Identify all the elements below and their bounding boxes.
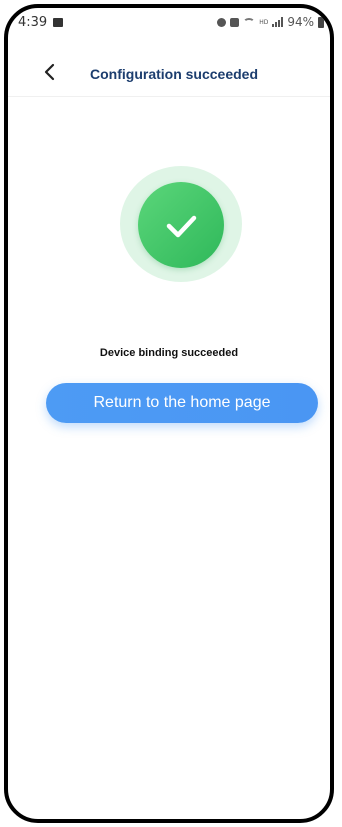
- return-home-button[interactable]: Return to the home page: [46, 383, 318, 423]
- status-bar: 4:39 HD 94%: [8, 8, 330, 36]
- battery-icon: [318, 16, 324, 28]
- status-icons: HD 94%: [217, 15, 324, 29]
- phone-frame: 4:39 HD 94% Configuration succeeded Devi…: [4, 4, 334, 823]
- signal-icon: [272, 17, 284, 27]
- hd-icon: HD: [259, 18, 269, 26]
- page-title: Configuration succeeded: [90, 66, 259, 82]
- back-button[interactable]: [38, 60, 62, 84]
- success-message: Device binding succeeded: [99, 347, 239, 359]
- mute-icon: [230, 17, 240, 27]
- app-header: Configuration succeeded: [8, 52, 330, 97]
- status-time: 4:39: [18, 15, 48, 30]
- battery-level: 94%: [287, 15, 314, 29]
- success-badge: [138, 182, 224, 268]
- chevron-left-icon: [44, 63, 55, 81]
- check-icon: [166, 215, 197, 238]
- wifi-icon: [243, 17, 256, 27]
- status-time-group: 4:39: [18, 15, 64, 30]
- alarm-icon: [217, 17, 227, 27]
- gallery-icon: [53, 18, 64, 27]
